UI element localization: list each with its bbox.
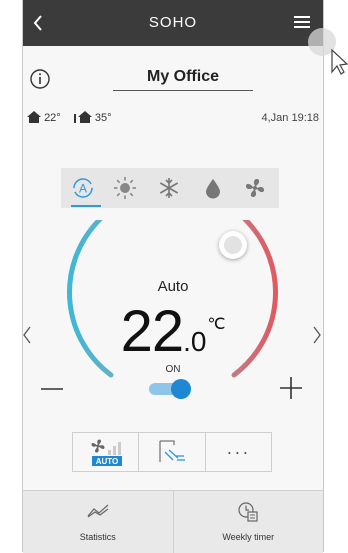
weekly-timer-label: Weekly timer <box>222 532 275 542</box>
temp-decimal: .0 <box>183 326 207 357</box>
mode-selector: A <box>61 168 279 208</box>
top-bar: SOHO <box>23 0 323 46</box>
dial-knob[interactable] <box>219 231 247 259</box>
mode-dry-button[interactable] <box>195 170 231 206</box>
next-unit-arrow[interactable] <box>313 326 321 344</box>
decrease-temp-button[interactable] <box>39 374 65 404</box>
fan-speed-auto-icon: AUTO <box>91 439 122 466</box>
mode-heat-button[interactable] <box>151 170 187 206</box>
prev-unit-arrow[interactable] <box>23 326 31 344</box>
tap-cursor <box>308 28 348 75</box>
function-bar: AUTO ··· <box>72 432 272 472</box>
temp-integer: 22 <box>120 299 185 364</box>
fan-speed-button[interactable]: AUTO <box>73 433 140 471</box>
date-time: 4,Jan 19:18 <box>261 112 320 124</box>
mode-cool-button[interactable] <box>107 170 143 206</box>
info-icon[interactable] <box>29 68 51 90</box>
selected-mode-indicator <box>71 205 101 207</box>
bottom-nav: Statistics Weekly timer <box>23 490 323 553</box>
outdoor-temp: 35° <box>94 112 112 124</box>
weekly-timer-icon <box>238 502 258 522</box>
more-options-button[interactable]: ··· <box>206 433 271 471</box>
room-name[interactable]: My Office <box>113 68 253 86</box>
current-mode-label: Auto <box>157 278 189 295</box>
statistics-tab[interactable]: Statistics <box>23 491 174 553</box>
fan-icon <box>246 179 264 197</box>
target-temperature: 22.0℃ <box>23 298 323 365</box>
airflow-direction-button[interactable] <box>139 433 206 471</box>
svg-text:A: A <box>79 182 87 196</box>
indoor-house-icon <box>27 111 41 123</box>
increase-temp-button[interactable] <box>278 373 304 403</box>
outdoor-temp-group: 35° <box>73 111 112 124</box>
statistics-label: Statistics <box>79 532 116 542</box>
weekly-timer-tab[interactable]: Weekly timer <box>174 491 324 553</box>
temp-unit: ℃ <box>207 316 226 333</box>
outdoor-house-icon <box>73 111 92 123</box>
water-drop-icon <box>206 179 220 199</box>
mode-auto-button[interactable]: A <box>65 170 101 207</box>
statistics-icon <box>87 504 109 518</box>
fan-auto-badge: AUTO <box>95 457 118 466</box>
app-screen: SOHO My Office 22° 35° 4,Jan 19:18 A Aut… <box>22 0 324 553</box>
indoor-temp-group: 22° <box>27 111 61 124</box>
indoor-temp: 22° <box>44 112 61 124</box>
auto-mode-icon: A <box>73 178 93 198</box>
toggle-thumb <box>171 379 191 399</box>
page-title: SOHO <box>148 14 198 31</box>
mode-fan-button[interactable] <box>237 170 273 206</box>
room-name-underline <box>113 90 253 91</box>
airflow-direction-icon <box>159 440 185 462</box>
temperature-readings: 22° 35° <box>27 111 121 124</box>
snowflake-icon <box>159 178 179 198</box>
sun-icon <box>114 177 136 199</box>
more-options-label: ··· <box>226 441 251 462</box>
power-toggle[interactable] <box>149 379 193 399</box>
